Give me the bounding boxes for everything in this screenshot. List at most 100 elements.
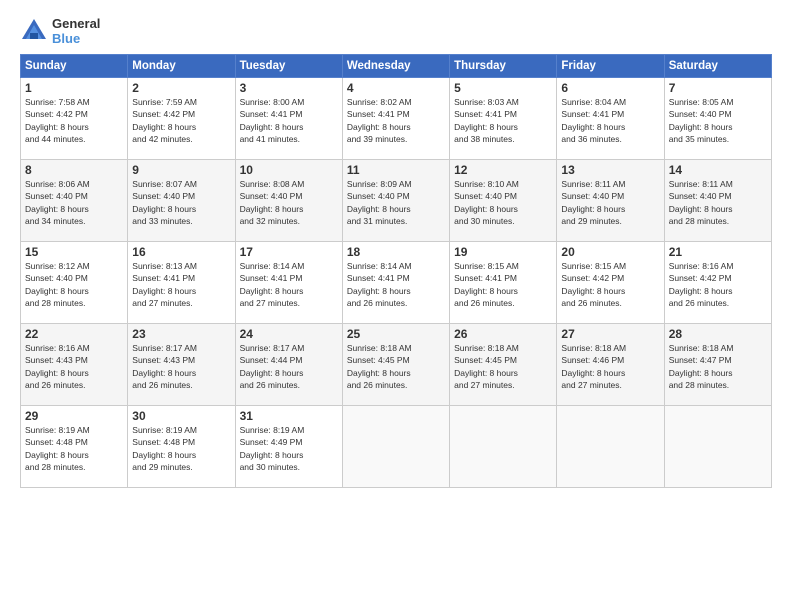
- day-info: Sunrise: 8:08 AM Sunset: 4:40 PM Dayligh…: [240, 178, 338, 227]
- day-number: 29: [25, 409, 123, 423]
- day-number: 26: [454, 327, 552, 341]
- calendar-day-19: 19Sunrise: 8:15 AM Sunset: 4:41 PM Dayli…: [450, 242, 557, 324]
- day-number: 30: [132, 409, 230, 423]
- day-number: 10: [240, 163, 338, 177]
- calendar-week-3: 15Sunrise: 8:12 AM Sunset: 4:40 PM Dayli…: [21, 242, 772, 324]
- day-header-saturday: Saturday: [664, 55, 771, 78]
- calendar-day-30: 30Sunrise: 8:19 AM Sunset: 4:48 PM Dayli…: [128, 406, 235, 488]
- calendar-day-23: 23Sunrise: 8:17 AM Sunset: 4:43 PM Dayli…: [128, 324, 235, 406]
- day-info: Sunrise: 8:18 AM Sunset: 4:47 PM Dayligh…: [669, 342, 767, 391]
- calendar-day-16: 16Sunrise: 8:13 AM Sunset: 4:41 PM Dayli…: [128, 242, 235, 324]
- day-info: Sunrise: 8:05 AM Sunset: 4:40 PM Dayligh…: [669, 96, 767, 145]
- calendar-day-9: 9Sunrise: 8:07 AM Sunset: 4:40 PM Daylig…: [128, 160, 235, 242]
- calendar-day-27: 27Sunrise: 8:18 AM Sunset: 4:46 PM Dayli…: [557, 324, 664, 406]
- day-number: 31: [240, 409, 338, 423]
- day-number: 24: [240, 327, 338, 341]
- logo-icon: [20, 17, 48, 45]
- day-number: 9: [132, 163, 230, 177]
- calendar-week-1: 1Sunrise: 7:58 AM Sunset: 4:42 PM Daylig…: [21, 78, 772, 160]
- logo-text: General Blue: [52, 16, 100, 46]
- day-number: 20: [561, 245, 659, 259]
- day-header-monday: Monday: [128, 55, 235, 78]
- calendar-week-5: 29Sunrise: 8:19 AM Sunset: 4:48 PM Dayli…: [21, 406, 772, 488]
- page: General Blue SundayMondayTuesdayWednesda…: [0, 0, 792, 612]
- day-number: 25: [347, 327, 445, 341]
- day-number: 17: [240, 245, 338, 259]
- day-number: 4: [347, 81, 445, 95]
- empty-cell: [664, 406, 771, 488]
- day-header-tuesday: Tuesday: [235, 55, 342, 78]
- calendar-day-17: 17Sunrise: 8:14 AM Sunset: 4:41 PM Dayli…: [235, 242, 342, 324]
- day-number: 7: [669, 81, 767, 95]
- day-number: 5: [454, 81, 552, 95]
- calendar-day-13: 13Sunrise: 8:11 AM Sunset: 4:40 PM Dayli…: [557, 160, 664, 242]
- calendar-day-6: 6Sunrise: 8:04 AM Sunset: 4:41 PM Daylig…: [557, 78, 664, 160]
- calendar-day-31: 31Sunrise: 8:19 AM Sunset: 4:49 PM Dayli…: [235, 406, 342, 488]
- calendar-day-10: 10Sunrise: 8:08 AM Sunset: 4:40 PM Dayli…: [235, 160, 342, 242]
- day-info: Sunrise: 8:11 AM Sunset: 4:40 PM Dayligh…: [561, 178, 659, 227]
- calendar-day-3: 3Sunrise: 8:00 AM Sunset: 4:41 PM Daylig…: [235, 78, 342, 160]
- calendar-day-20: 20Sunrise: 8:15 AM Sunset: 4:42 PM Dayli…: [557, 242, 664, 324]
- day-info: Sunrise: 8:02 AM Sunset: 4:41 PM Dayligh…: [347, 96, 445, 145]
- day-info: Sunrise: 8:14 AM Sunset: 4:41 PM Dayligh…: [347, 260, 445, 309]
- calendar-day-11: 11Sunrise: 8:09 AM Sunset: 4:40 PM Dayli…: [342, 160, 449, 242]
- empty-cell: [557, 406, 664, 488]
- calendar-day-24: 24Sunrise: 8:17 AM Sunset: 4:44 PM Dayli…: [235, 324, 342, 406]
- day-info: Sunrise: 8:18 AM Sunset: 4:46 PM Dayligh…: [561, 342, 659, 391]
- day-info: Sunrise: 8:18 AM Sunset: 4:45 PM Dayligh…: [347, 342, 445, 391]
- day-info: Sunrise: 8:07 AM Sunset: 4:40 PM Dayligh…: [132, 178, 230, 227]
- calendar-day-15: 15Sunrise: 8:12 AM Sunset: 4:40 PM Dayli…: [21, 242, 128, 324]
- day-info: Sunrise: 8:19 AM Sunset: 4:48 PM Dayligh…: [25, 424, 123, 473]
- calendar-header-row: SundayMondayTuesdayWednesdayThursdayFrid…: [21, 55, 772, 78]
- day-info: Sunrise: 8:00 AM Sunset: 4:41 PM Dayligh…: [240, 96, 338, 145]
- day-number: 27: [561, 327, 659, 341]
- day-number: 15: [25, 245, 123, 259]
- day-info: Sunrise: 8:11 AM Sunset: 4:40 PM Dayligh…: [669, 178, 767, 227]
- day-info: Sunrise: 8:18 AM Sunset: 4:45 PM Dayligh…: [454, 342, 552, 391]
- calendar-day-21: 21Sunrise: 8:16 AM Sunset: 4:42 PM Dayli…: [664, 242, 771, 324]
- calendar-day-29: 29Sunrise: 8:19 AM Sunset: 4:48 PM Dayli…: [21, 406, 128, 488]
- day-number: 18: [347, 245, 445, 259]
- day-info: Sunrise: 8:17 AM Sunset: 4:43 PM Dayligh…: [132, 342, 230, 391]
- day-number: 3: [240, 81, 338, 95]
- day-number: 14: [669, 163, 767, 177]
- day-header-friday: Friday: [557, 55, 664, 78]
- calendar-day-22: 22Sunrise: 8:16 AM Sunset: 4:43 PM Dayli…: [21, 324, 128, 406]
- calendar-day-8: 8Sunrise: 8:06 AM Sunset: 4:40 PM Daylig…: [21, 160, 128, 242]
- day-number: 8: [25, 163, 123, 177]
- day-info: Sunrise: 8:17 AM Sunset: 4:44 PM Dayligh…: [240, 342, 338, 391]
- calendar-week-4: 22Sunrise: 8:16 AM Sunset: 4:43 PM Dayli…: [21, 324, 772, 406]
- day-number: 6: [561, 81, 659, 95]
- day-info: Sunrise: 8:13 AM Sunset: 4:41 PM Dayligh…: [132, 260, 230, 309]
- day-number: 16: [132, 245, 230, 259]
- day-number: 28: [669, 327, 767, 341]
- day-number: 22: [25, 327, 123, 341]
- day-info: Sunrise: 8:10 AM Sunset: 4:40 PM Dayligh…: [454, 178, 552, 227]
- day-number: 23: [132, 327, 230, 341]
- day-info: Sunrise: 8:16 AM Sunset: 4:42 PM Dayligh…: [669, 260, 767, 309]
- day-number: 1: [25, 81, 123, 95]
- calendar-day-18: 18Sunrise: 8:14 AM Sunset: 4:41 PM Dayli…: [342, 242, 449, 324]
- calendar-day-4: 4Sunrise: 8:02 AM Sunset: 4:41 PM Daylig…: [342, 78, 449, 160]
- empty-cell: [342, 406, 449, 488]
- calendar-day-2: 2Sunrise: 7:59 AM Sunset: 4:42 PM Daylig…: [128, 78, 235, 160]
- logo: General Blue: [20, 16, 100, 46]
- day-info: Sunrise: 8:12 AM Sunset: 4:40 PM Dayligh…: [25, 260, 123, 309]
- day-info: Sunrise: 8:09 AM Sunset: 4:40 PM Dayligh…: [347, 178, 445, 227]
- day-number: 21: [669, 245, 767, 259]
- day-number: 13: [561, 163, 659, 177]
- day-header-thursday: Thursday: [450, 55, 557, 78]
- day-info: Sunrise: 7:58 AM Sunset: 4:42 PM Dayligh…: [25, 96, 123, 145]
- calendar-day-12: 12Sunrise: 8:10 AM Sunset: 4:40 PM Dayli…: [450, 160, 557, 242]
- calendar-day-1: 1Sunrise: 7:58 AM Sunset: 4:42 PM Daylig…: [21, 78, 128, 160]
- day-info: Sunrise: 8:15 AM Sunset: 4:42 PM Dayligh…: [561, 260, 659, 309]
- day-number: 19: [454, 245, 552, 259]
- calendar-day-14: 14Sunrise: 8:11 AM Sunset: 4:40 PM Dayli…: [664, 160, 771, 242]
- calendar-week-2: 8Sunrise: 8:06 AM Sunset: 4:40 PM Daylig…: [21, 160, 772, 242]
- day-number: 12: [454, 163, 552, 177]
- day-info: Sunrise: 8:19 AM Sunset: 4:48 PM Dayligh…: [132, 424, 230, 473]
- day-info: Sunrise: 8:03 AM Sunset: 4:41 PM Dayligh…: [454, 96, 552, 145]
- calendar-day-28: 28Sunrise: 8:18 AM Sunset: 4:47 PM Dayli…: [664, 324, 771, 406]
- day-number: 2: [132, 81, 230, 95]
- day-info: Sunrise: 8:15 AM Sunset: 4:41 PM Dayligh…: [454, 260, 552, 309]
